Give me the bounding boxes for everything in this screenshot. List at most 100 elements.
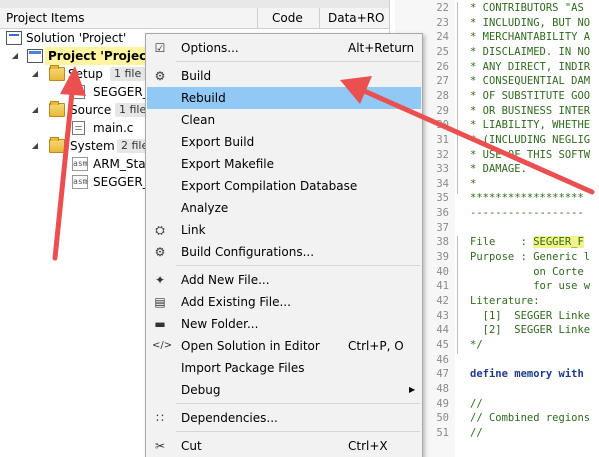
new-file-icon: ✦ bbox=[154, 273, 166, 287]
menu-item-label: Build Configurations... bbox=[181, 245, 315, 259]
file-icon bbox=[72, 85, 85, 99]
code-editor[interactable]: 22 * CONTRIBUTORS "AS 23 * INCLUDING, BUT N… bbox=[395, 0, 599, 457]
code-line: define memory with bbox=[470, 368, 584, 381]
column-header-project-items[interactable]: Project Items bbox=[0, 8, 258, 29]
link-icon: ⛭ bbox=[155, 223, 165, 237]
collapse-icon[interactable]: ◢ bbox=[30, 137, 40, 155]
code-line: Purpose : Generic l bbox=[470, 251, 591, 264]
code-line: * (INCLUDING NEGLIG bbox=[470, 133, 591, 146]
menu-separator bbox=[176, 403, 420, 404]
code-line: // bbox=[470, 397, 483, 410]
menu-item-open-solution-in-editor[interactable]: </> Open Solution in Editor Ctrl+P, O bbox=[147, 335, 421, 357]
code-line: * OF SUBSTITUTE GOO bbox=[470, 89, 591, 102]
menu-separator bbox=[176, 265, 420, 266]
menu-item-add-new-file[interactable]: ✦ Add New File... bbox=[147, 269, 421, 291]
project-label: Project 'Project' bbox=[45, 47, 159, 65]
menu-item-link[interactable]: ⛭ Link bbox=[147, 219, 421, 241]
dependencies-icon: ∷ bbox=[156, 411, 164, 425]
code-line: * DAMAGE. bbox=[470, 163, 527, 176]
existing-file-icon: ▤ bbox=[154, 295, 166, 309]
menu-item-label: Clean bbox=[181, 113, 216, 127]
menu-item-label: Open Solution in Editor bbox=[181, 339, 320, 353]
folder-label: Source bbox=[70, 103, 112, 117]
collapse-icon[interactable]: ◢ bbox=[30, 101, 40, 119]
code-line: [1] SEGGER Linke bbox=[470, 309, 591, 322]
fold-guide bbox=[457, 2, 458, 195]
code-line: File : SEGGER_F bbox=[470, 236, 599, 249]
context-menu: ☑ Options... Alt+Return ⚙ Build Rebuild Clean E… bbox=[145, 33, 423, 457]
menu-item-rebuild[interactable]: Rebuild bbox=[147, 87, 421, 109]
menu-item-label: Link bbox=[181, 223, 206, 237]
menu-item-label: Add New File... bbox=[181, 273, 270, 287]
menu-item-analyze[interactable]: Analyze bbox=[147, 197, 421, 219]
fold-guide bbox=[457, 236, 458, 354]
menu-item-label: Options... bbox=[181, 41, 239, 55]
menu-item-build-configurations[interactable]: ⚙ Build Configurations... bbox=[147, 241, 421, 263]
menu-item-label: Rebuild bbox=[181, 91, 226, 105]
menu-item-export-makefile[interactable]: Export Makefile bbox=[147, 153, 421, 175]
menu-item-add-existing-file[interactable]: ▤ Add Existing File... bbox=[147, 291, 421, 313]
folder-icon bbox=[49, 101, 65, 117]
menu-item-label: Export Compilation Database bbox=[181, 179, 358, 193]
menu-item-shortcut: Alt+Return bbox=[348, 41, 415, 55]
options-icon: ☑ bbox=[154, 41, 166, 55]
menu-item-options[interactable]: ☑ Options... Alt+Return bbox=[147, 37, 421, 59]
menu-item-label: Build bbox=[181, 69, 212, 83]
solution-label: Solution 'Project' bbox=[26, 31, 127, 45]
collapse-icon[interactable]: ◢ bbox=[30, 65, 40, 83]
code-line: * OR BUSINESS INTER bbox=[470, 104, 591, 117]
menu-item-export-compilation-database[interactable]: Export Compilation Database bbox=[147, 175, 421, 197]
code-line: // bbox=[470, 426, 483, 439]
code-line: * bbox=[470, 177, 477, 190]
menu-item-label: Export Build bbox=[181, 135, 255, 149]
menu-item-import-package-files[interactable]: Import Package Files bbox=[147, 357, 421, 379]
code-line: on Corte bbox=[470, 265, 584, 278]
menu-item-label: Export Makefile bbox=[181, 157, 274, 171]
solution-icon bbox=[6, 31, 22, 45]
column-header-code[interactable]: Code bbox=[258, 8, 320, 29]
project-items-header: Project Items Code Data+RO bbox=[0, 8, 390, 29]
code-line: * MERCHANTABILITY A bbox=[470, 31, 591, 44]
menu-item-dependencies[interactable]: ∷ Dependencies... bbox=[147, 407, 421, 429]
menu-item-label: Import Package Files bbox=[181, 361, 305, 375]
build-config-icon: ⚙ bbox=[154, 245, 166, 259]
menu-separator bbox=[176, 61, 420, 62]
scissors-icon: ✂ bbox=[154, 439, 166, 453]
menu-item-build[interactable]: ⚙ Build bbox=[147, 65, 421, 87]
highlighted-filename: SEGGER_F bbox=[533, 236, 584, 249]
code-line: */ bbox=[470, 338, 483, 351]
folder-icon bbox=[49, 65, 65, 81]
menu-item-new-folder[interactable]: ▬ New Folder... bbox=[147, 313, 421, 335]
code-line: [2] SEGGER Linke bbox=[470, 324, 591, 337]
new-folder-icon: ▬ bbox=[154, 317, 166, 331]
file-icon bbox=[72, 121, 85, 135]
menu-item-cut[interactable]: ✂ Cut Ctrl+X bbox=[147, 435, 421, 457]
line-number: 23 bbox=[436, 16, 449, 29]
code-line: for use w bbox=[470, 280, 591, 293]
file-count-badge: 1 file bbox=[110, 67, 146, 81]
menu-item-shortcut: Ctrl+X bbox=[348, 439, 388, 453]
folder-label: System bbox=[70, 139, 115, 153]
code-line: * CONTRIBUTORS "AS bbox=[470, 2, 584, 14]
code-line: ------------------ bbox=[470, 207, 584, 220]
menu-item-clean[interactable]: Clean bbox=[147, 109, 421, 131]
folder-icon bbox=[49, 137, 65, 153]
build-icon: ⚙ bbox=[154, 69, 166, 83]
menu-item-export-build[interactable]: Export Build bbox=[147, 131, 421, 153]
code-line: // Combined regions bbox=[470, 412, 591, 425]
asm-file-icon: asm bbox=[72, 175, 88, 189]
menu-item-debug[interactable]: Debug ▶ bbox=[147, 379, 421, 401]
collapse-icon[interactable]: ◢ bbox=[10, 47, 20, 65]
code-line: Literature: bbox=[470, 295, 540, 307]
menu-item-label: Cut bbox=[181, 439, 202, 453]
column-header-data-ro[interactable]: Data+RO bbox=[320, 8, 390, 29]
code-icon: </> bbox=[152, 340, 173, 351]
asm-file-icon: asm bbox=[72, 157, 88, 171]
code-line: ****************** bbox=[470, 192, 584, 205]
code-line: * CONSEQUENTIAL DAM bbox=[470, 75, 591, 88]
project-icon bbox=[27, 49, 43, 63]
line-number: 22 bbox=[436, 2, 449, 14]
pane-toolbar-strip bbox=[0, 0, 390, 8]
menu-item-label: Dependencies... bbox=[181, 411, 278, 425]
menu-separator bbox=[176, 431, 420, 432]
